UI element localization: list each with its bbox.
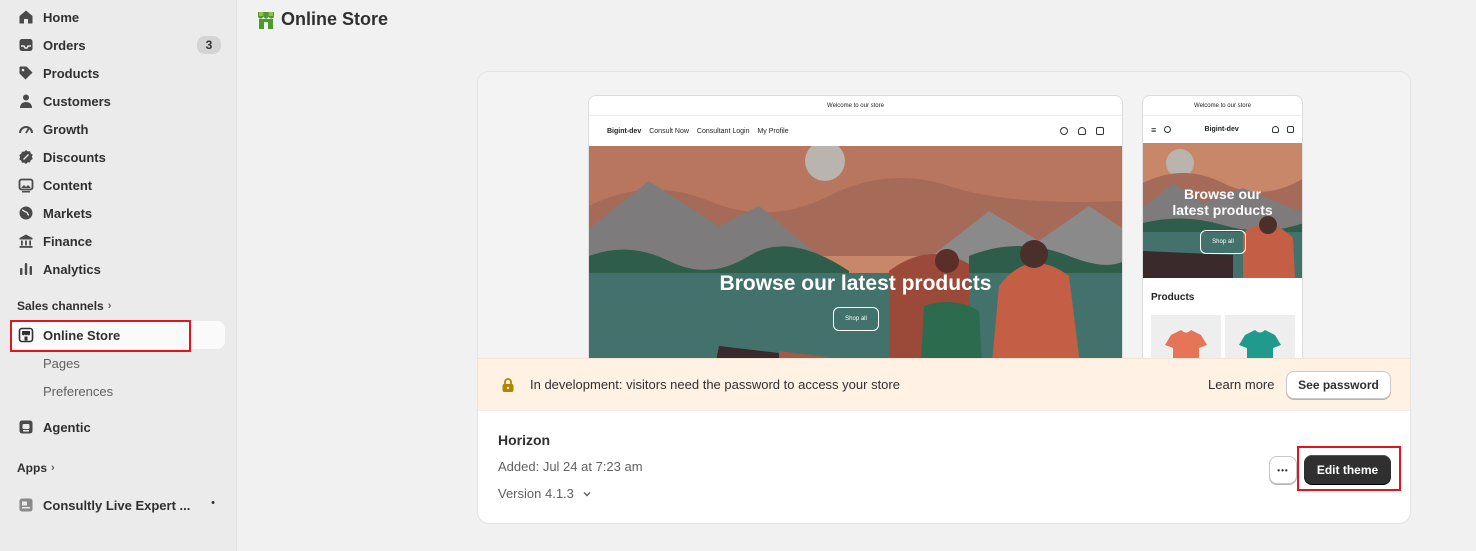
sidebar-item-label: Discounts	[43, 149, 106, 165]
inbox-icon	[18, 37, 34, 53]
sidebar-item-analytics[interactable]: Analytics	[10, 255, 225, 283]
sidebar-item-finance[interactable]: Finance	[10, 227, 225, 255]
sidebar-subitem-pages[interactable]: Pages	[43, 356, 80, 371]
sales-channels-header[interactable]: Sales channels ›	[17, 299, 111, 313]
sidebar-item-discounts[interactable]: Discounts	[10, 143, 225, 171]
sidebar-item-agentic[interactable]: Agentic	[10, 413, 225, 441]
see-password-button[interactable]: See password	[1286, 371, 1391, 399]
chevron-right-icon: ›	[107, 300, 112, 312]
sidebar-item-label: Markets	[43, 205, 93, 221]
mobile-preview: Welcome to our store ≡ Bigint-dev Browse…	[1142, 95, 1303, 395]
sidebar-item-label: Products	[43, 65, 100, 81]
theme-added-date: Added: Jul 24 at 7:23 am	[498, 459, 643, 474]
orders-count-badge: 3	[197, 36, 221, 54]
agent-icon	[18, 419, 34, 435]
preview-nav-link: Consultant Login	[696, 127, 750, 135]
sidebar-item-label: Growth	[43, 121, 89, 137]
sidebar-item-label: Customers	[43, 93, 111, 109]
preview-nav: Bigint-dev Consult Now Consultant Login …	[589, 116, 1122, 146]
development-banner: In development: visitors need the passwo…	[478, 358, 1410, 411]
announcement-bar: Welcome to our store	[589, 96, 1122, 116]
learn-more-link[interactable]: Learn more	[1208, 377, 1274, 392]
sidebar-item-label: Finance	[43, 233, 93, 249]
products-heading: Products	[1151, 292, 1195, 303]
bar-chart-icon	[18, 261, 34, 277]
hero-title-mobile-line: Browse our	[1183, 186, 1261, 202]
shop-all-button: Shop all	[833, 307, 879, 331]
sidebar-item-app[interactable]: Consultly Live Expert ... •	[10, 491, 225, 519]
account-icon	[1272, 126, 1279, 133]
menu-icon: ≡	[1151, 124, 1157, 135]
announcement-bar: Welcome to our store	[1143, 96, 1302, 116]
sidebar-item-label: Analytics	[43, 261, 101, 277]
desktop-preview: Welcome to our store Bigint-dev Consult …	[588, 95, 1123, 395]
search-icon	[1060, 127, 1068, 135]
sidebar-subitem-preferences[interactable]: Preferences	[43, 384, 113, 399]
theme-preview[interactable]: Welcome to our store Bigint-dev Consult …	[478, 72, 1410, 395]
preview-nav-link: Consult Now	[649, 127, 689, 135]
preview-brand: Bigint-dev	[1204, 126, 1239, 133]
discount-icon	[18, 149, 34, 165]
banner-message: In development: visitors need the passwo…	[530, 377, 900, 392]
sidebar: Home Orders 3 Products Customers Growth …	[0, 0, 237, 551]
preview-brand: Bigint-dev	[607, 127, 642, 135]
sidebar-item-products[interactable]: Products	[10, 59, 225, 87]
app-status-dot: •	[211, 497, 215, 509]
sidebar-item-label: Consultly Live Expert ...	[43, 497, 191, 513]
sidebar-item-label: Home	[43, 9, 80, 25]
sales-channels-label: Sales channels	[17, 299, 104, 313]
sidebar-item-label: Content	[43, 177, 93, 193]
preview-nav-link: My Profile	[757, 127, 789, 135]
bank-icon	[18, 233, 34, 249]
app-icon	[18, 497, 34, 513]
image-icon	[18, 177, 34, 193]
more-actions-button[interactable]: •••	[1269, 456, 1297, 484]
apps-label: Apps	[17, 461, 47, 475]
sidebar-item-content[interactable]: Content	[10, 171, 225, 199]
globe-icon	[18, 205, 34, 221]
theme-card: Welcome to our store Bigint-dev Consult …	[477, 71, 1411, 524]
sidebar-item-label: Orders	[43, 37, 86, 53]
theme-version-dropdown[interactable]: Version 4.1.3	[498, 486, 592, 501]
hero-title-mobile-line: latest products	[1172, 202, 1273, 218]
hero-title: Browse our latest products	[719, 272, 992, 295]
apps-header[interactable]: Apps ›	[17, 461, 55, 475]
tag-icon	[18, 65, 34, 81]
person-icon	[18, 93, 34, 109]
lock-icon	[502, 378, 514, 392]
chevron-right-icon: ›	[51, 462, 55, 474]
account-icon	[1078, 127, 1086, 135]
sidebar-item-customers[interactable]: Customers	[10, 87, 225, 115]
hero-image-mobile: Browse our latest products Shop all	[1143, 143, 1302, 278]
cart-icon	[1096, 127, 1104, 135]
highlight-online-store	[10, 320, 191, 352]
highlight-edit-theme	[1297, 446, 1401, 491]
sidebar-item-markets[interactable]: Markets	[10, 199, 225, 227]
page-title: Online Store	[257, 9, 388, 30]
sidebar-item-orders[interactable]: Orders 3	[10, 31, 225, 59]
sidebar-item-label: Agentic	[43, 419, 91, 435]
theme-name: Horizon	[498, 432, 551, 448]
gauge-icon	[18, 121, 34, 137]
shop-all-button: Shop all	[1200, 230, 1246, 254]
theme-version: Version 4.1.3	[498, 486, 574, 501]
search-icon	[1164, 126, 1172, 133]
online-store-icon	[258, 11, 274, 29]
sidebar-item-growth[interactable]: Growth	[10, 115, 225, 143]
preview-mobile-nav: ≡ Bigint-dev	[1143, 116, 1302, 143]
hero-title-mobile: Browse our latest products	[1143, 186, 1302, 218]
chevron-down-icon	[583, 491, 591, 496]
page-title-text: Online Store	[281, 9, 389, 29]
sidebar-item-home[interactable]: Home	[10, 3, 225, 31]
home-icon	[18, 9, 34, 25]
cart-icon	[1287, 126, 1294, 133]
